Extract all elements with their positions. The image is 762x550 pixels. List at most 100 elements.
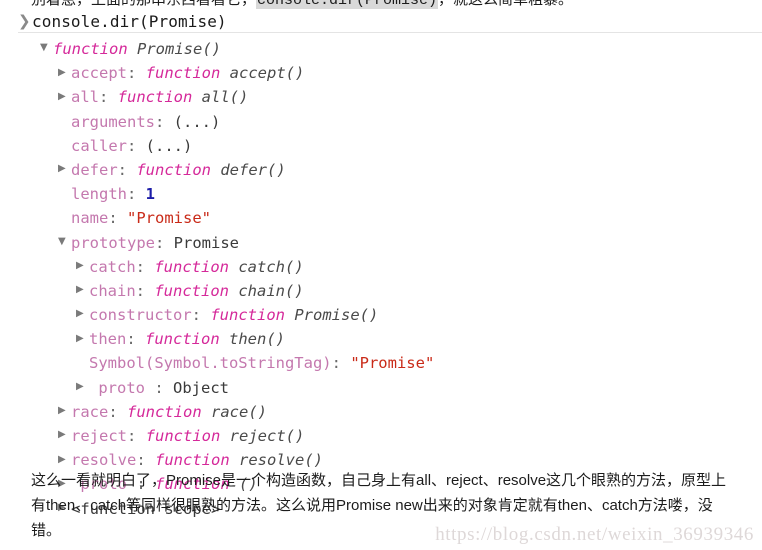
tree-spacer: ▶ (76, 351, 89, 375)
tree-node-function-name: reject() (229, 427, 305, 445)
tree-node[interactable]: ▶ catch: function catch() (0, 255, 762, 279)
triangle-right-icon[interactable]: ▶ (76, 375, 89, 399)
tree-node-separator: : (154, 378, 173, 397)
tree-node-property[interactable]: then (89, 330, 126, 348)
tree-node-keyword: function (117, 88, 193, 107)
tree-node-keyword: function (210, 306, 285, 325)
tree-node-function-name: then() (229, 330, 285, 349)
tree-node-property[interactable]: caller (71, 137, 127, 155)
tree-node-property[interactable]: defer (71, 161, 118, 179)
tree-spacer: ▶ (58, 182, 71, 206)
tree-node-separator: : (135, 281, 155, 300)
tree-node-property[interactable]: length (71, 185, 127, 203)
tree-node[interactable]: ▶arguments: (...) (0, 110, 762, 134)
tree-node-function-name: all() (201, 88, 249, 107)
tree-node-function-name: Promise() (294, 306, 379, 325)
triangle-down-icon[interactable]: ▼ (58, 230, 71, 254)
tree-node-function-name: accept() (229, 64, 305, 83)
tree-node-property[interactable]: all (71, 88, 99, 106)
tree-node-separator: : (127, 64, 146, 83)
tree-node-property[interactable]: arguments (71, 113, 155, 131)
tree-node[interactable]: ▶name: "Promise" (0, 206, 762, 230)
console-command-text[interactable]: console.dir(Promise) (32, 12, 227, 31)
tree-node-property[interactable]: catch (89, 258, 136, 276)
tree-node-keyword: function (154, 257, 229, 276)
tree-node-string-value: "Promise" (127, 209, 211, 228)
tree-node-property[interactable]: proto (89, 379, 154, 397)
tree-node-function-name: Promise() (137, 40, 221, 58)
triangle-right-icon[interactable]: ▶ (76, 278, 89, 302)
triangle-right-icon[interactable]: ▶ (76, 302, 89, 326)
tree-node-function-name: resolve() (239, 451, 323, 470)
tree-node[interactable]: ▶ accept: function accept() (0, 61, 762, 85)
console-panel: ❯ console.dir(Promise) ▼ function Promise… (0, 11, 762, 518)
tree-node-separator: : (99, 88, 118, 107)
tree-spacer: ▶ (58, 133, 71, 157)
triangle-right-icon[interactable]: ▶ (76, 327, 89, 351)
triangle-right-icon[interactable]: ▶ (58, 61, 71, 85)
tree-node-number-value: 1 (145, 185, 156, 204)
tree-node-keyword: function (145, 64, 221, 83)
tree-node-separator: : (126, 330, 145, 349)
object-tree: ▼ function Promise() ▶ accept: function acc… (0, 37, 762, 521)
tree-node-value: (...) (145, 136, 193, 155)
tree-node[interactable]: ▶ race: function race() (0, 400, 762, 424)
tree-node[interactable]: ▼ prototype: Promise (0, 231, 762, 255)
tree-node-property[interactable]: resolve (71, 451, 136, 469)
triangle-right-icon[interactable]: ▶ (58, 157, 71, 181)
tree-node[interactable]: ▶ all: function all() (0, 85, 762, 109)
tree-node-separator: : (108, 209, 127, 228)
tree-node[interactable]: ▶Symbol(Symbol.toStringTag): "Promise" (0, 351, 762, 375)
tree-node[interactable]: ▼ function Promise() (0, 37, 762, 61)
tree-node-property[interactable]: accept (71, 64, 127, 82)
tree-node-function-name: defer() (220, 160, 286, 179)
tree-node[interactable]: ▶ then: function then() (0, 327, 762, 351)
tree-node-keyword: function (155, 451, 230, 470)
tree-node-keyword: function (53, 40, 128, 58)
tree-node-property[interactable]: chain (89, 282, 136, 300)
tree-node-separator: : (127, 427, 146, 445)
clipped-top-line: 别着急，上面的那串东西看看它，console.dir(Promise)，就这么简… (0, 0, 762, 11)
tree-node-value: Object (173, 378, 229, 397)
tree-node-property[interactable]: reject (71, 427, 127, 445)
tree-node[interactable]: ▶ constructor: function Promise() (0, 303, 762, 327)
tree-node-value: Promise (173, 233, 239, 252)
tree-node[interactable]: ▶ reject: function reject() (0, 424, 762, 448)
tree-node-separator: : (136, 451, 155, 470)
csdn-watermark: https://blog.csdn.net/weixin_36939346 (435, 524, 754, 545)
tree-node[interactable]: ▶ proto : Object (0, 376, 762, 400)
tree-node-separator: : (155, 233, 174, 252)
tree-node-property[interactable]: name (71, 209, 108, 227)
tree-node-separator: : (127, 136, 146, 155)
tree-node-separator: : (108, 402, 127, 421)
tree-node-function-name: race() (211, 402, 267, 421)
triangle-right-icon[interactable]: ▶ (58, 423, 71, 447)
tree-node-keyword: function (127, 402, 202, 421)
console-divider (18, 32, 762, 33)
tree-node-separator: : (135, 257, 155, 276)
triangle-right-icon[interactable]: ▶ (76, 254, 89, 278)
triangle-down-icon[interactable]: ▼ (40, 36, 53, 60)
tree-node-property[interactable]: Symbol(Symbol.toStringTag) (89, 354, 332, 372)
clipped-top-suffix: ，就这么简单粗暴。 (438, 0, 573, 8)
triangle-right-icon[interactable]: ▶ (58, 85, 71, 109)
tree-node-property[interactable]: constructor (89, 306, 192, 324)
chevron-right-icon: ❯ (18, 12, 31, 30)
tree-node[interactable]: ▶ chain: function chain() (0, 279, 762, 303)
tree-node-keyword: function (145, 330, 220, 349)
console-input-row[interactable]: ❯ console.dir(Promise) (0, 11, 762, 32)
tree-node[interactable]: ▶caller: (...) (0, 134, 762, 158)
tree-node-separator: : (191, 306, 211, 325)
tree-node-function-name: chain() (238, 281, 304, 300)
tree-node-keyword: function (136, 160, 211, 179)
tree-spacer: ▶ (58, 206, 71, 230)
tree-spacer: ▶ (58, 109, 71, 133)
tree-node-property[interactable]: prototype (71, 234, 155, 252)
clipped-top-prefix: 别着急，上面的那串东西看看它， (31, 0, 256, 8)
tree-node[interactable]: ▶length: 1 (0, 182, 762, 206)
tree-node-function-name: catch() (238, 257, 304, 276)
tree-node-property[interactable]: race (71, 403, 108, 421)
triangle-right-icon[interactable]: ▶ (58, 399, 71, 423)
tree-node-separator: : (155, 112, 174, 131)
tree-node[interactable]: ▶ defer: function defer() (0, 158, 762, 182)
